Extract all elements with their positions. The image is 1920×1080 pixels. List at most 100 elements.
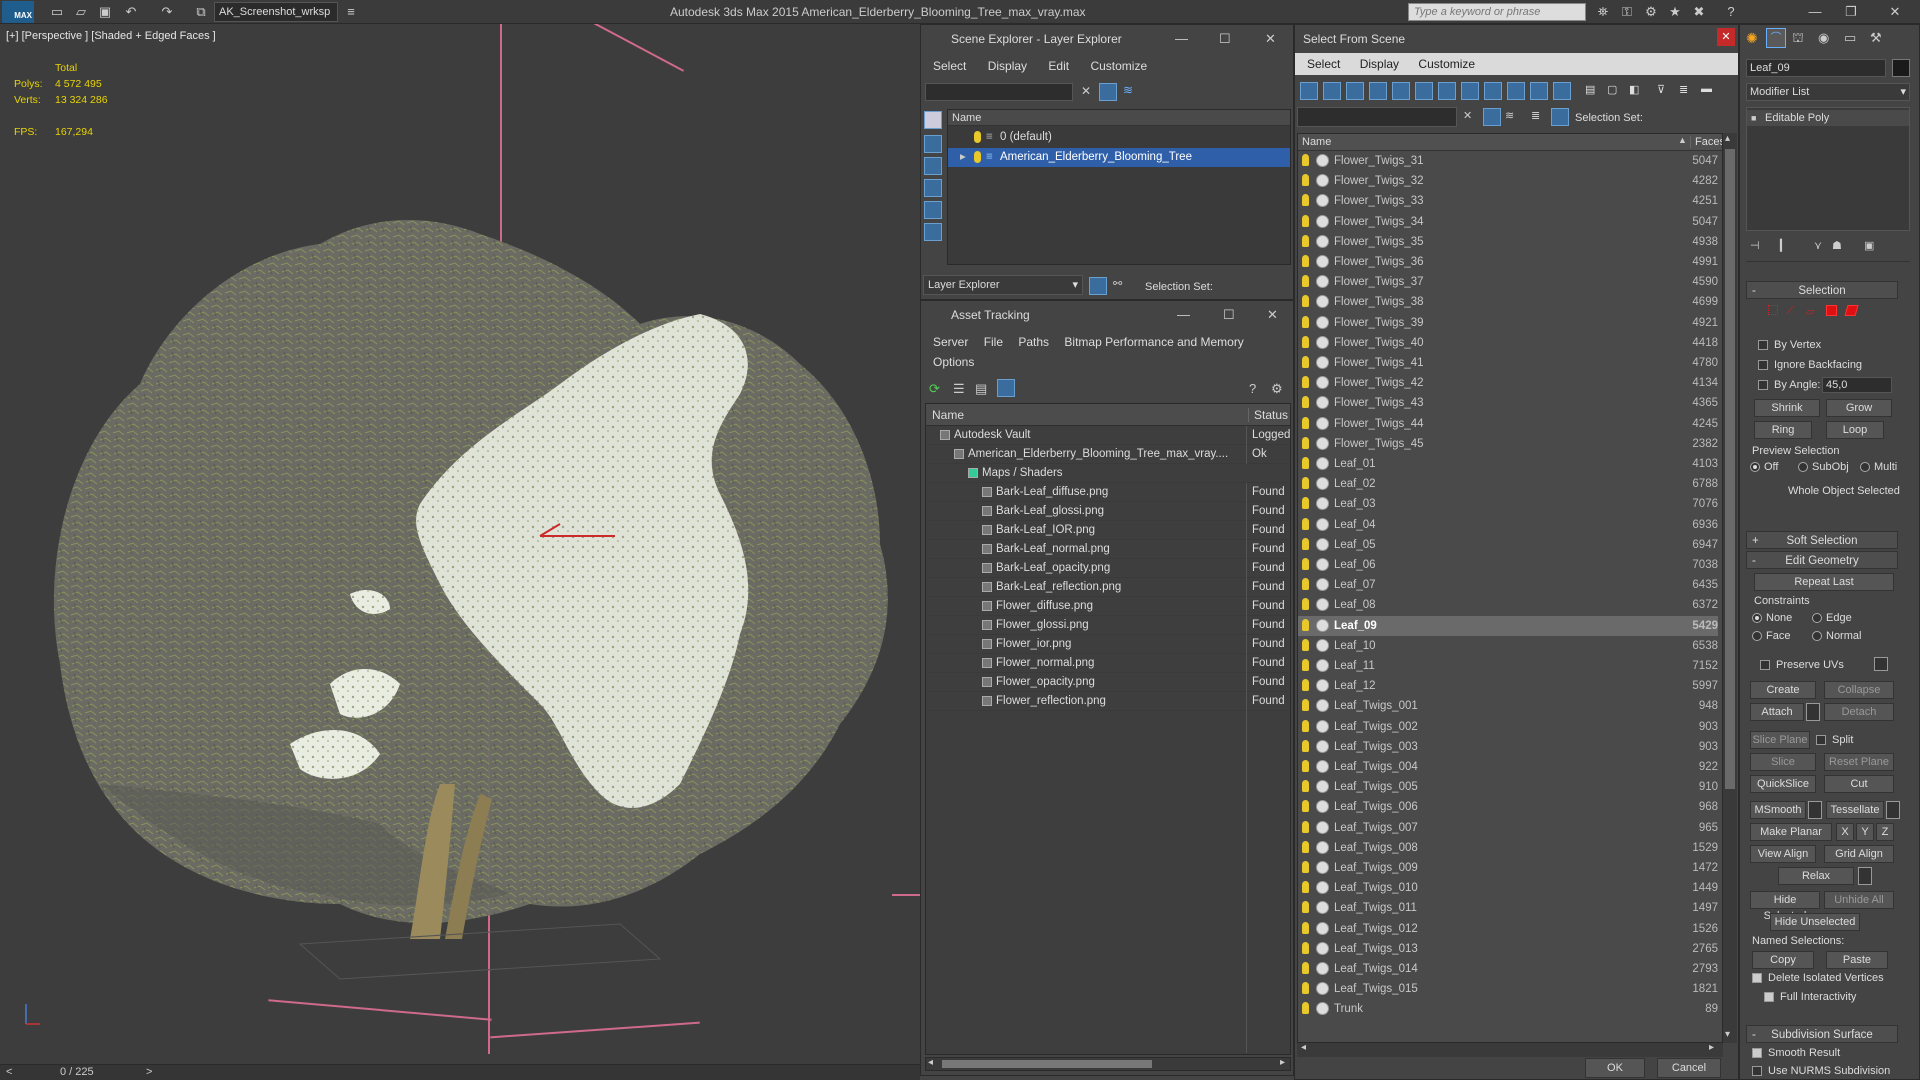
tessellate-settings-icon[interactable] (1886, 801, 1900, 819)
visibility-bulb-icon[interactable] (1302, 174, 1309, 187)
make-planar-button[interactable]: Make Planar (1750, 823, 1832, 841)
menu-file[interactable]: File (984, 331, 1003, 353)
grid-align-button[interactable]: Grid Align (1824, 845, 1894, 863)
layer-visibility-icon[interactable] (974, 131, 981, 143)
scene-explorer-search[interactable] (925, 83, 1073, 101)
object-row[interactable]: Leaf_Twigs_012 1526 (1298, 919, 1718, 939)
menu-options[interactable]: Options (933, 351, 974, 373)
asset-row[interactable]: Bark-Leaf_reflection.png Found (926, 578, 1290, 597)
slice-plane-button[interactable]: Slice Plane (1750, 731, 1810, 749)
visibility-bulb-icon[interactable] (1302, 921, 1309, 934)
display-xrefs-icon[interactable] (1461, 82, 1479, 100)
menu-display[interactable]: Display (988, 55, 1027, 77)
ring-button[interactable]: Ring (1754, 421, 1812, 439)
msmooth-settings-icon[interactable] (1808, 801, 1822, 819)
visibility-bulb-icon[interactable] (1302, 517, 1309, 530)
visibility-bulb-icon[interactable] (1302, 255, 1309, 267)
polygon-mode-icon[interactable] (1826, 305, 1837, 316)
object-row[interactable]: Leaf_07 6435 (1298, 575, 1718, 595)
object-row[interactable]: Leaf_08 6372 (1298, 595, 1718, 615)
list-view-icon[interactable]: ☰ (953, 381, 965, 397)
name-filter-input[interactable] (1297, 107, 1457, 127)
layers-icon[interactable]: ≋ (1505, 109, 1514, 122)
select-all-icon[interactable]: ▤ (1585, 83, 1595, 96)
save-file-icon[interactable]: ▣ (96, 3, 114, 21)
constraint-face-radio[interactable] (1752, 631, 1762, 641)
object-row[interactable]: Flower_Twigs_45 2382 (1298, 434, 1718, 454)
object-row[interactable]: Flower_Twigs_37 4590 (1298, 272, 1718, 292)
hide-selected-button[interactable]: Hide Selected (1750, 891, 1820, 922)
delete-isolated-checkbox[interactable] (1752, 973, 1762, 983)
object-row[interactable]: Flower_Twigs_39 4921 (1298, 313, 1718, 333)
constraint-none-radio[interactable] (1752, 613, 1762, 623)
menu-paths[interactable]: Paths (1018, 331, 1049, 353)
msmooth-button[interactable]: MSmooth (1750, 801, 1806, 819)
relax-button[interactable]: Relax (1778, 867, 1854, 885)
repeat-last-button[interactable]: Repeat Last (1754, 573, 1894, 591)
visibility-bulb-icon[interactable] (1302, 719, 1309, 732)
object-row[interactable]: Leaf_Twigs_002 903 (1298, 717, 1718, 737)
table-view-icon[interactable] (997, 379, 1015, 397)
remove-modifier-icon[interactable]: ☗ (1832, 239, 1842, 252)
app-logo[interactable]: MAX (2, 1, 34, 23)
object-row[interactable]: Leaf_11 7152 (1298, 656, 1718, 676)
asset-row[interactable]: Autodesk Vault Logged (926, 426, 1290, 445)
visibility-bulb-icon[interactable] (1302, 436, 1309, 449)
select-none-icon[interactable]: ▢ (1607, 83, 1617, 96)
asset-row[interactable]: Flower_glossi.png Found (926, 616, 1290, 635)
asset-row[interactable]: Flower_diffuse.png Found (926, 597, 1290, 616)
layer-explorer-icon[interactable] (1089, 277, 1107, 295)
display-groups-icon[interactable] (1438, 82, 1456, 100)
preview-subobj-radio[interactable] (1798, 462, 1808, 472)
open-file-icon[interactable]: ▱ (72, 3, 90, 21)
expand-arrow-icon[interactable]: ▸ (960, 148, 966, 167)
menu-select[interactable]: Select (1307, 53, 1340, 75)
vertical-scrollbar[interactable]: ▴ ▾ (1723, 133, 1737, 1043)
planar-x-button[interactable]: X (1836, 823, 1854, 841)
soft-selection-rollout[interactable]: + Soft Selection (1746, 531, 1898, 549)
visibility-bulb-icon[interactable] (1302, 335, 1309, 348)
visibility-bulb-icon[interactable] (1302, 659, 1309, 671)
unhide-all-button[interactable]: Unhide All (1824, 891, 1894, 909)
column-header-status[interactable]: Status (1248, 408, 1288, 422)
refresh-icon[interactable]: ⟳ (929, 381, 940, 397)
loop-button[interactable]: Loop (1826, 421, 1884, 439)
grow-button[interactable]: Grow (1826, 399, 1892, 417)
full-interactivity-checkbox[interactable] (1764, 992, 1774, 1002)
object-row[interactable]: Leaf_Twigs_008 1529 (1298, 838, 1718, 858)
workspace-dropdown[interactable]: AK_Screenshot_wrksp ▾ (214, 2, 338, 36)
minimize-icon[interactable]: — (1177, 307, 1190, 322)
visibility-bulb-icon[interactable] (1302, 861, 1309, 873)
preserve-uvs-settings-icon[interactable] (1874, 657, 1888, 671)
menu-customize[interactable]: Customize (1418, 53, 1475, 75)
modifier-list-dropdown[interactable]: Modifier List ▾ (1746, 83, 1910, 101)
display-lights-icon[interactable] (924, 179, 942, 197)
project-folder-icon[interactable]: ⧉ (192, 3, 210, 21)
visibility-bulb-icon[interactable] (1302, 295, 1309, 308)
visibility-bulb-icon[interactable] (1302, 234, 1309, 247)
shrink-button[interactable]: Shrink (1754, 399, 1820, 417)
display-helpers-icon[interactable] (924, 223, 942, 241)
reset-plane-button[interactable]: Reset Plane (1824, 753, 1894, 771)
clear-filter-icon[interactable]: ✕ (1463, 109, 1472, 122)
visibility-bulb-icon[interactable] (1302, 820, 1309, 833)
maximize-icon[interactable]: ☐ (1219, 31, 1231, 47)
menu-customize[interactable]: Customize (1090, 55, 1147, 77)
visibility-bulb-icon[interactable] (1302, 477, 1309, 490)
object-row[interactable]: Leaf_Twigs_001 948 (1298, 696, 1718, 716)
object-row[interactable]: Flower_Twigs_44 4245 (1298, 414, 1718, 434)
copy-button[interactable]: Copy (1752, 951, 1814, 969)
show-end-result-icon[interactable]: ▎ (1780, 239, 1788, 252)
visibility-bulb-icon[interactable] (1302, 840, 1309, 853)
tab-motion-icon[interactable]: ◉ (1818, 30, 1829, 46)
explorer-type-dropdown[interactable]: Layer Explorer ▾ (923, 275, 1083, 295)
tab-display-icon[interactable]: ▭ (1844, 30, 1856, 46)
border-mode-icon[interactable]: ▱ (1806, 305, 1814, 318)
column-header-name[interactable]: Name (948, 110, 1290, 126)
by-angle-checkbox[interactable] (1758, 380, 1768, 390)
object-row[interactable]: Leaf_02 6788 (1298, 474, 1718, 494)
subscription-icon[interactable]: ⚙ (1642, 3, 1660, 21)
planar-y-button[interactable]: Y (1856, 823, 1874, 841)
relax-settings-icon[interactable] (1858, 867, 1872, 885)
visibility-bulb-icon[interactable] (1302, 396, 1309, 409)
